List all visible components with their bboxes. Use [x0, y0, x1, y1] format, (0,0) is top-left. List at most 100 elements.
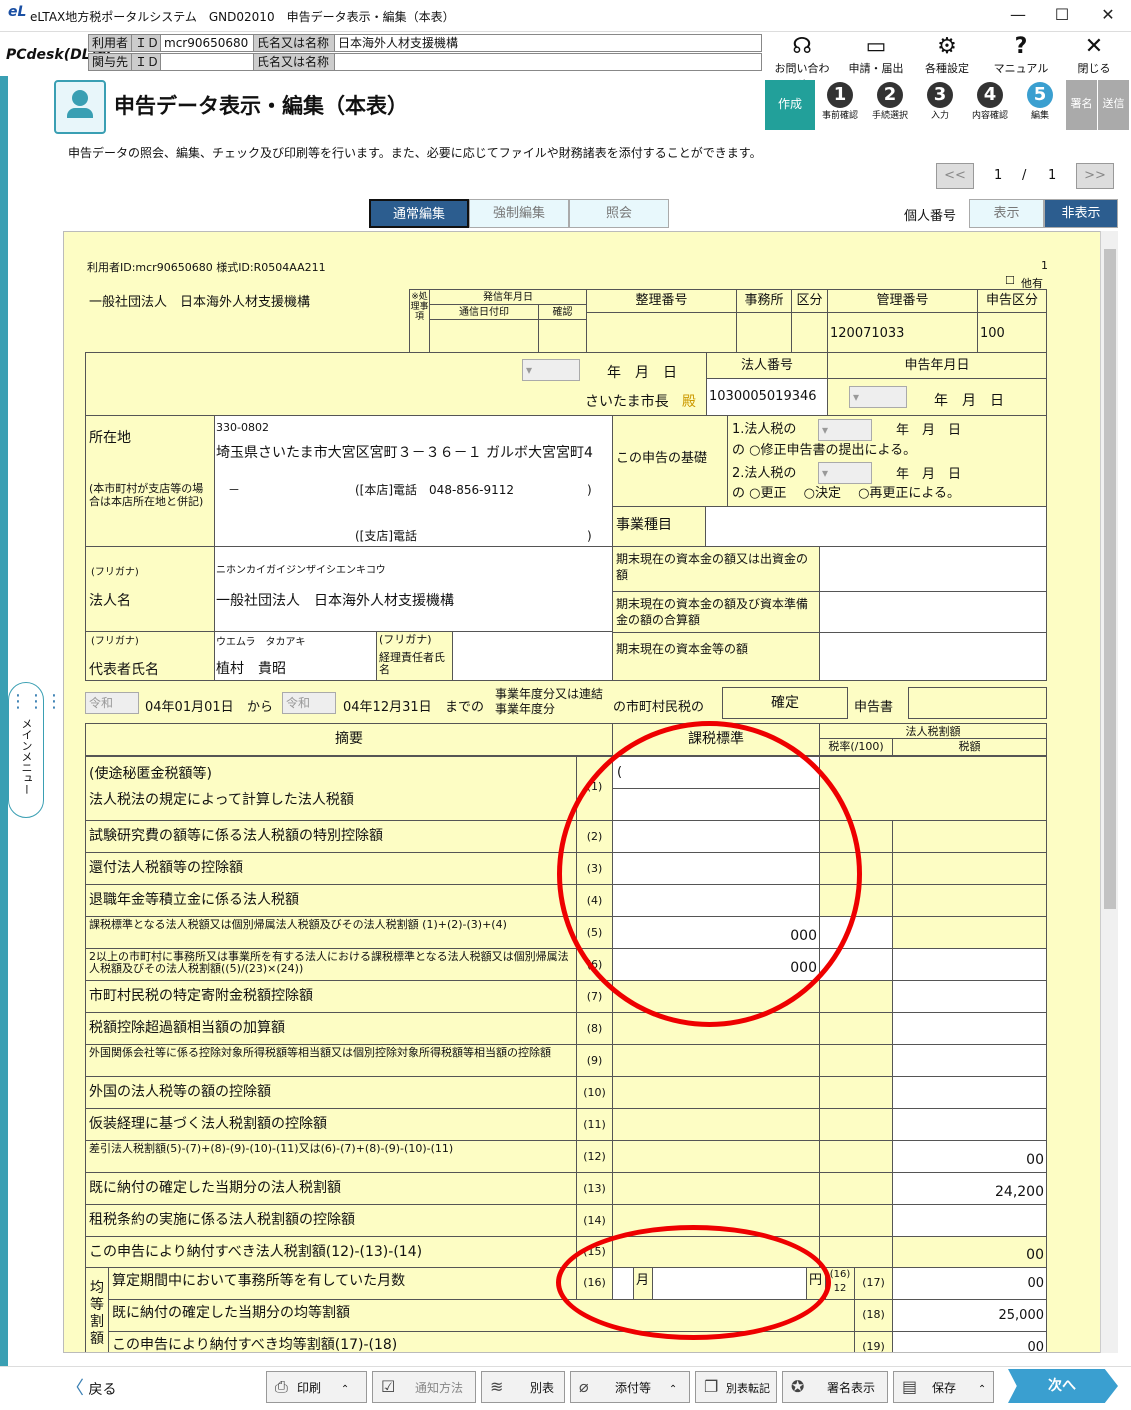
capital-input-2[interactable] [819, 591, 1047, 633]
tab-force-edit[interactable]: 強制編集 [469, 199, 569, 228]
row-14-tax[interactable] [892, 1204, 1047, 1237]
era-select-2[interactable]: ▾ [849, 386, 907, 408]
sign-show-button[interactable]: ✪ 署名表示 [782, 1371, 888, 1403]
expand-icon: ⌃ [340, 1384, 350, 1395]
shiten-tel-close: ) [587, 529, 592, 543]
show-button[interactable]: 表示 [969, 199, 1044, 228]
apply-button[interactable]: ▭ 申請・届出 [844, 34, 908, 75]
row-9-tax[interactable] [892, 1044, 1047, 1077]
row-15-rate [819, 1236, 893, 1268]
row-6-tax[interactable] [892, 948, 1047, 981]
address-text: 埼玉県さいたま市大宮区宮町３－３６－１ ガルボ大宮宮町4 [216, 445, 593, 461]
basis2b-label[interactable]: の ○更正 ○決定 ○再更正による。 [732, 486, 960, 502]
row-5-label: 課税標準となる法人税額又は個別帰属法人税額及びその法人税割額 (1)+(2)-(… [85, 916, 577, 949]
business-input[interactable] [705, 506, 1047, 547]
rep-box[interactable]: ウエムラ タカアキ 植村 貴昭 [214, 631, 377, 681]
print-button[interactable]: ⎙ 印刷 ⌃ [266, 1371, 367, 1403]
page-title: 申告データ表示・編集（本表） [114, 94, 408, 118]
row-6-label: 2以上の市町村に事務所又は事業所を有する法人における課税標準となる法人税額又は個… [85, 948, 577, 981]
capital-input-3[interactable] [819, 632, 1047, 681]
row-7-rate [819, 980, 893, 1013]
era-select-1[interactable]: ▾ [522, 359, 580, 381]
basis2-select[interactable]: ▾ [818, 462, 872, 484]
row-10-tax[interactable] [892, 1076, 1047, 1109]
honten-tel-close: ) [587, 483, 592, 497]
beppyo-label: 別表 [530, 1381, 555, 1395]
settings-button[interactable]: ⚙ 各種設定 [915, 34, 979, 75]
corp-name-box[interactable]: ニホンカイガイジンザイシエンキコウ 一般社団法人 日本海外人材支援機構 [214, 546, 613, 632]
r19-value[interactable]: 00 [892, 1331, 1047, 1352]
capital-input-1[interactable] [819, 546, 1047, 592]
houjin-no-input[interactable]: 1030005019346 [706, 378, 828, 416]
tab-normal-edit[interactable]: 通常編集 [369, 199, 469, 228]
other-checkbox[interactable]: ☐ [1005, 274, 1015, 287]
step-4: 4 内容確認 [971, 82, 1008, 121]
apply-label: 申請・届出 [848, 62, 904, 75]
address-box[interactable]: 330-0802 埼玉県さいたま市大宮区宮町３－３６－１ ガルボ大宮宮町4 － … [214, 415, 613, 547]
r18-value[interactable]: 25,000 [892, 1299, 1047, 1332]
furigana-label-1: (フリガナ) [91, 567, 139, 578]
manual-button[interactable]: ? マニュアル [989, 34, 1053, 75]
shinkoku-date-label: 申告年月日 [827, 352, 1047, 379]
honten-tel: ([本店]電話 048-856-9112 [355, 483, 515, 497]
step-2: 2 手続選択 [871, 82, 908, 121]
save-icon: ▤ [902, 1377, 918, 1396]
maximize-icon[interactable]: ☐ [1050, 4, 1074, 26]
row-13-tax[interactable]: 24,200 [892, 1172, 1047, 1205]
shinkokusho-box [908, 687, 1047, 719]
corp-header: 一般社団法人 日本海外人材支援機構 [89, 295, 311, 310]
beppyo-button[interactable]: ≋ 別表 [481, 1371, 565, 1403]
basis-label: この申告の基礎 [612, 415, 728, 507]
inquiry-button[interactable]: ☊お問い合わせ [770, 34, 834, 91]
row-11-no: (11) [576, 1108, 613, 1141]
r18-no: (18) [854, 1299, 893, 1332]
col-houjin: 法人税割額 [819, 723, 1047, 739]
step-1-label: 事前確認 [821, 111, 858, 121]
attach-button[interactable]: ⌀ 添付等 ⌃ [570, 1371, 690, 1403]
era-to-select[interactable]: 令和 [282, 692, 336, 714]
row-13-no: (13) [576, 1172, 613, 1205]
main-menu-button[interactable]: ⋮⋮⋮ メインメニュー [8, 682, 63, 818]
sign-show-label: 署名表示 [827, 1381, 876, 1395]
row-8-tax[interactable] [892, 1012, 1047, 1045]
row-11-tax[interactable] [892, 1108, 1047, 1141]
row-14-label: 租税条約の実施に係る法人税割額の控除額 [85, 1204, 577, 1237]
kakutei-box[interactable]: 確定 [722, 687, 848, 719]
back-button[interactable]: 〈 戻る [66, 1374, 116, 1400]
save-button[interactable]: ▤ 保存 ⌃ [893, 1371, 994, 1403]
basis1-date: 年 月 日 [896, 423, 962, 438]
corp-name: 一般社団法人 日本海外人材支援機構 [216, 593, 454, 609]
row-7-tax[interactable] [892, 980, 1047, 1013]
related-id-label: ＩＤ [131, 53, 161, 71]
expand-icon: ⌃ [668, 1384, 678, 1395]
window-close-icon[interactable]: ✕ [1096, 4, 1120, 26]
business-label: 事業種目 [612, 506, 706, 547]
user-form-line: 利用者ID:mcr90650680 様式ID:R0504AA211 [87, 261, 326, 274]
total-pages: 1 [1048, 168, 1057, 183]
beppyo-trans-button[interactable]: ❐ 別表転記 [695, 1371, 777, 1403]
houjin-no-label: 法人番号 [706, 352, 828, 379]
notify-button[interactable]: ☑ 通知方法 [372, 1371, 476, 1403]
hide-button[interactable]: 非表示 [1044, 199, 1118, 228]
acct-input[interactable] [452, 631, 613, 681]
paperclip-icon: ⌀ [579, 1377, 589, 1396]
tab-view[interactable]: 照会 [569, 199, 669, 228]
basis1b-label[interactable]: の ○修正申告書の提出による。 [732, 443, 916, 459]
row-13-label: 既に納付の確定した当期分の法人税割額 [85, 1172, 577, 1205]
next-page-button[interactable]: >> [1076, 163, 1114, 189]
next-button[interactable]: 次へ [1008, 1369, 1118, 1403]
close-app-button[interactable]: ✕ 閉じる [1062, 34, 1126, 75]
save-label: 保存 [932, 1381, 957, 1395]
proc-label: ※処理事項 [409, 289, 430, 353]
era-from-select[interactable]: 令和 [85, 692, 139, 714]
form-scrollbar[interactable] [1100, 231, 1118, 1353]
minimize-icon[interactable]: — [1006, 4, 1030, 26]
from-date: 04年01月01日 [145, 700, 234, 715]
prev-page-button[interactable]: << [936, 163, 974, 189]
date-label-2: 年 月 日 [934, 393, 1004, 409]
basis1-select[interactable]: ▾ [818, 419, 872, 441]
scroll-thumb[interactable] [1104, 249, 1116, 909]
r17-value[interactable]: 00 [892, 1267, 1047, 1300]
row-12-tax[interactable]: 00 [892, 1140, 1047, 1173]
kinto-label: 均等割額 [85, 1267, 109, 1352]
